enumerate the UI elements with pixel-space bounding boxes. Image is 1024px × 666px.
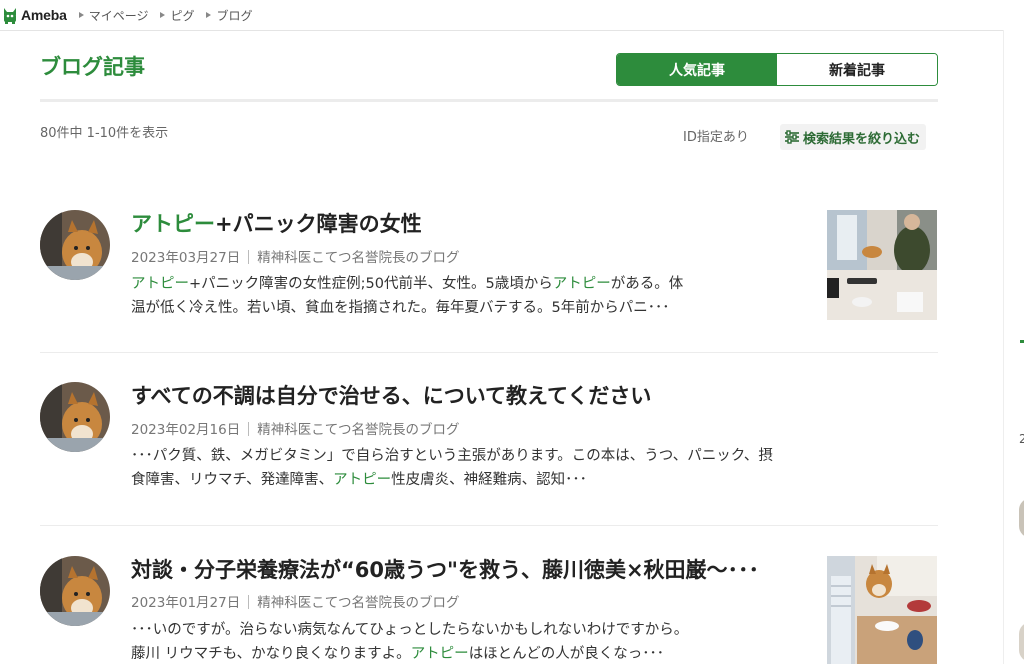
article-item[interactable]: すべての不調は自分で治せる、について教えてください 2023年02月16日 精神科… [40,378,938,503]
excerpt-text: はほとんどの人が良くなっ･･･ [468,646,665,662]
nav-label: ブログ [216,8,253,23]
article-divider [40,525,938,526]
excerpt-line: 温が低く冷え性。若い頃、貧血を指摘された。毎年夏バテする。5年前からパニ･･･ [131,300,670,316]
excerpt-line: 食障害、リウマチ、発達障害、アトピー性皮膚炎、神経難病、認知･･･ [131,468,931,492]
author-avatar[interactable] [40,210,110,280]
excerpt-line: ･･･パク質、鉄、メガビタミン」で自ら治すという主張があります。この本は、うつ、… [131,448,773,464]
thumbnail-photo [827,210,937,320]
title-divider [40,99,938,102]
keyword-highlight: アトピー [552,276,611,292]
excerpt-line: 藤川 リウマチも、かなり良くなりますよ。アトピーはほとんどの人が良くなっ･･･ [131,642,821,666]
tab-popular[interactable]: 人気記事 [617,54,777,85]
article-title[interactable]: アトピー+パニック障害の女性 [131,208,422,238]
article-divider [40,352,938,353]
article-excerpt: ･･･いのですが。治らない病気なんてひょっとしたらないかもしれないわけですから。… [131,618,821,666]
thumbnail-photo [827,556,937,664]
nav-label: ピグ [170,8,195,23]
global-header: Ameba マイページ ピグ ブログ [0,0,1024,31]
article-meta: 2023年03月27日 精神科医こてつ名誉院長のブログ [131,246,459,266]
author-avatar[interactable] [40,556,110,626]
author-avatar[interactable] [40,382,110,452]
sort-tabs: 人気記事 新着記事 [616,53,938,86]
nav-link-blog[interactable]: ブログ [206,7,252,24]
article-date: 2023年03月27日 [131,250,241,266]
article-title[interactable]: 対談・分子栄養療法が“60歳うつ"を救う、藤川徳美×秋田巌～･･･ [131,554,759,584]
logo-text: Ameba [21,7,67,23]
blog-name[interactable]: 精神科医こてつ名誉院長のブログ [257,250,459,266]
excerpt-text: 食障害、リウマチ、発達障害、 [131,472,334,488]
article-excerpt: ･･･パク質、鉄、メガビタミン」で自ら治すという主張があります。この本は、うつ、… [131,444,931,492]
article-item[interactable]: アトピー+パニック障害の女性 2023年03月27日 精神科医こてつ名誉院長のブロ… [40,205,938,330]
id-filter-label: ID指定あり [683,130,749,145]
nav-link-mypage[interactable]: マイページ [78,7,149,24]
result-count: 80件中 1-10件を表示 [40,126,169,141]
excerpt-text: がある。体 [610,276,684,292]
excerpt-text: 藤川 リウマチも、かなり良くなりますよ。 [131,646,411,662]
title-text: +パニック障害の女性 [215,212,422,236]
ameba-mascot-icon [4,8,16,24]
caret-right-icon [206,12,212,18]
shiba-dog-photo [40,210,110,280]
meta-separator [248,422,250,436]
tab-newest[interactable]: 新着記事 [777,54,937,85]
article-title[interactable]: すべての不調は自分で治せる、について教えてください [131,380,651,410]
keyword-highlight: アトピー [131,276,189,292]
article-date: 2023年02月16日 [131,422,241,438]
filter-sliders-icon [785,130,799,144]
article-meta: 2023年02月16日 精神科医こてつ名誉院長のブログ [131,418,459,438]
article-thumbnail[interactable] [827,210,937,320]
nav-label: マイページ [88,8,149,23]
article-item[interactable]: 対談・分子栄養療法が“60歳うつ"を救う、藤川徳美×秋田巌～･･･ 2023年0… [40,551,938,664]
ameba-logo[interactable]: Ameba [2,6,67,24]
article-date: 2023年01月27日 [131,595,241,611]
keyword-highlight: アトピー [410,646,469,662]
keyword-highlight: アトピー [131,212,215,236]
meta-separator [248,250,250,264]
caret-right-icon [160,12,166,18]
keyword-highlight: アトピー [333,472,392,488]
page-title: ブログ記事 [40,55,145,79]
excerpt-text: 性皮膚炎、神経難病、認知･･･ [391,472,587,488]
filter-results-button[interactable]: 検索結果を絞り込む [780,124,927,150]
excerpt-line: アトピー+パニック障害の女性症例;50代前半、女性。5歳頃からアトピーがある。体 [131,272,821,296]
nav-link-pigg[interactable]: ピグ [160,7,194,24]
sidebar-number: 2 [1019,432,1024,446]
meta-separator [248,595,250,609]
filter-button-label: 検索結果を絞り込む [803,131,921,147]
article-meta: 2023年01月27日 精神科医こてつ名誉院長のブログ [131,591,459,611]
article-excerpt: アトピー+パニック障害の女性症例;50代前半、女性。5歳頃からアトピーがある。体… [131,272,821,320]
excerpt-text: +パニック障害の女性症例;50代前半、女性。5歳頃から [189,276,553,292]
right-sidebar: 2 [1003,30,1024,664]
sidebar-avatar[interactable] [1019,498,1024,538]
caret-right-icon [78,12,84,18]
blog-name[interactable]: 精神科医こてつ名誉院長のブログ [257,422,459,438]
shiba-dog-photo [40,556,110,626]
excerpt-line: ･･･いのですが。治らない病気なんてひょっとしたらないかもしれないわけですから。 [131,622,689,638]
sidebar-heading-accent [1020,340,1024,343]
article-thumbnail[interactable] [827,556,937,664]
blog-name[interactable]: 精神科医こてつ名誉院長のブログ [257,595,459,611]
sidebar-avatar[interactable] [1019,622,1024,662]
shiba-dog-photo [40,382,110,452]
